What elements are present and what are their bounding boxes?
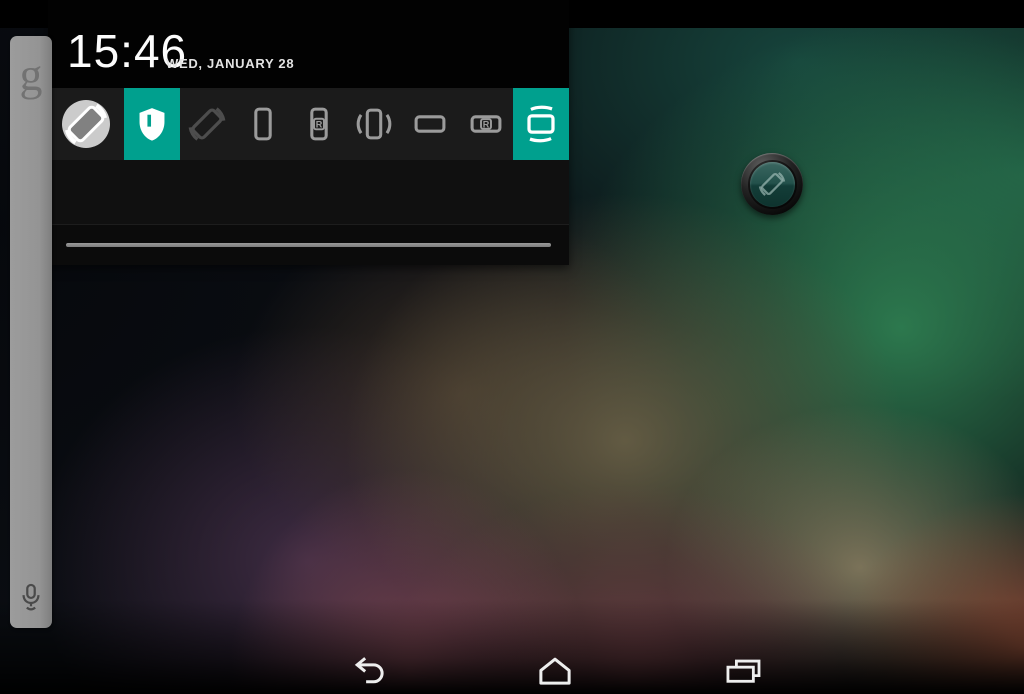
- svg-text:R: R: [482, 119, 489, 129]
- sensor-portrait-button[interactable]: [347, 88, 403, 160]
- back-button[interactable]: [337, 652, 399, 688]
- guard-button[interactable]: [124, 88, 180, 160]
- svg-text:R: R: [315, 119, 322, 129]
- shade-header: 15:46 WED, JANUARY 28: [48, 0, 569, 88]
- google-search-bar[interactable]: g: [10, 36, 52, 628]
- landscape-icon: [407, 101, 453, 147]
- reverse-portrait-button[interactable]: R: [291, 88, 347, 160]
- recent-apps-icon: [722, 654, 764, 686]
- rotation-control-app-icon[interactable]: [48, 88, 124, 160]
- shield-icon: [135, 106, 169, 142]
- rotation-overlay-face: [750, 162, 795, 207]
- android-screen: g 15:46 WED, JANUARY 28: [0, 0, 1024, 694]
- portrait-button[interactable]: [235, 88, 291, 160]
- shade-drag-handle[interactable]: [66, 243, 551, 247]
- reverse-portrait-icon: R: [296, 101, 342, 147]
- navigation-bar: [0, 644, 1024, 694]
- portrait-icon: [240, 101, 286, 147]
- date: WED, JANUARY 28: [166, 56, 294, 71]
- notification-body: [48, 160, 569, 224]
- google-logo: g: [20, 52, 43, 98]
- reverse-landscape-icon: R: [463, 101, 509, 147]
- recents-button[interactable]: [712, 652, 774, 688]
- rotation-control-notification: R: [48, 88, 569, 160]
- auto-rotate-app-icon: [60, 98, 112, 150]
- reverse-landscape-button[interactable]: R: [458, 88, 514, 160]
- shade-footer: [48, 224, 569, 265]
- sensor-landscape-icon: [518, 101, 564, 147]
- rotate-device-icon: [755, 167, 789, 201]
- landscape-button[interactable]: [402, 88, 458, 160]
- home-button[interactable]: [524, 652, 586, 688]
- back-arrow-icon: [346, 654, 390, 686]
- auto-rotate-icon: [184, 101, 230, 147]
- notification-shade: 15:46 WED, JANUARY 28: [48, 0, 569, 265]
- auto-rotate-button[interactable]: [180, 88, 236, 160]
- sensor-landscape-button[interactable]: [513, 88, 569, 160]
- mic-icon[interactable]: [18, 582, 44, 612]
- sensor-portrait-icon: [351, 101, 397, 147]
- home-icon: [534, 654, 576, 686]
- rotation-overlay-button[interactable]: [741, 153, 803, 215]
